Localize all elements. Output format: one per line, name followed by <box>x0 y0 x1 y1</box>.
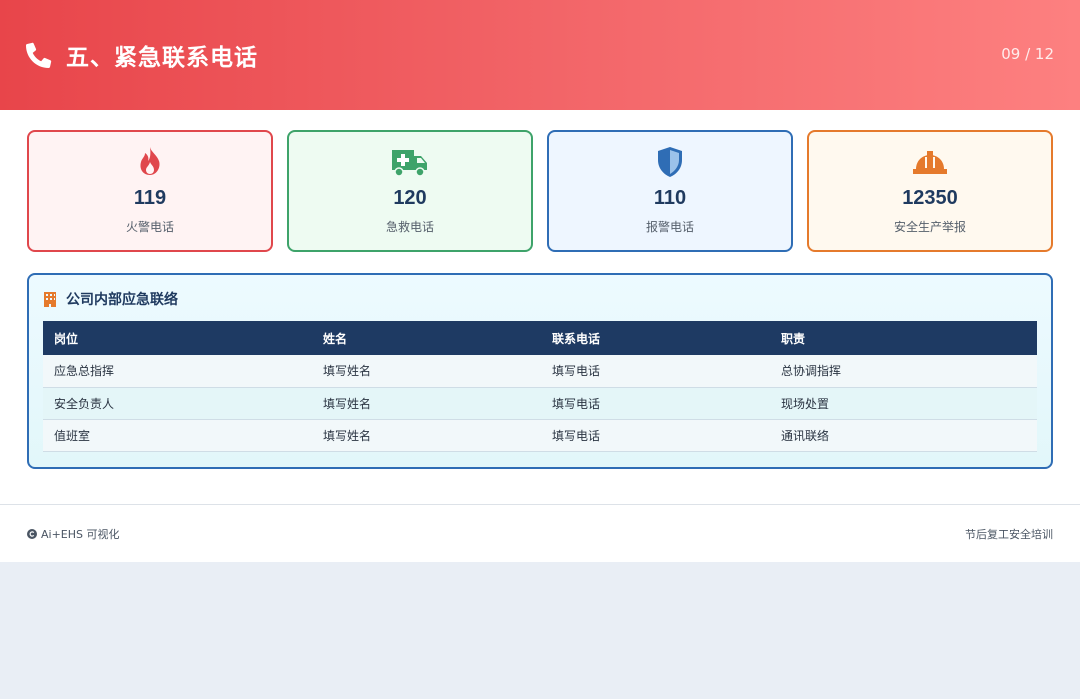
table-cell: 总协调指挥 <box>770 355 1037 388</box>
card-ambulance: 120 急救电话 <box>287 130 533 252</box>
table-cell: 通讯联络 <box>770 419 1037 452</box>
shield-icon <box>658 147 682 177</box>
fire-icon <box>140 147 160 175</box>
card-safety-report: 12350 安全生产举报 <box>807 130 1053 252</box>
panel-title: 公司内部应急联络 <box>66 292 178 308</box>
hard-hat-icon <box>913 151 947 174</box>
card-fire: 119 火警电话 <box>27 130 273 252</box>
ambulance-icon <box>392 150 427 177</box>
contacts-table: 岗位 姓名 联系电话 职责 应急总指挥 填写姓名 填写电话 总协调指挥 安全负责… <box>43 321 1037 452</box>
phone-icon <box>26 42 52 68</box>
footer: Ai+EHS 可视化 节后复工安全培训 <box>0 504 1080 562</box>
card-number: 120 <box>393 187 427 209</box>
table-row: 应急总指挥 填写姓名 填写电话 总协调指挥 <box>43 355 1037 388</box>
table-cell: 现场处置 <box>770 387 1037 420</box>
table-cell: 填写姓名 <box>312 387 541 420</box>
table-cell: 填写电话 <box>541 419 770 452</box>
page-number: 09 / 12 <box>1001 45 1054 63</box>
table-row: 安全负责人 填写姓名 填写电话 现场处置 <box>43 387 1037 420</box>
slide: 五、紧急联系电话 09 / 12 119 火警电话 120 急救电话 110 报… <box>0 0 1080 562</box>
column-header: 姓名 <box>323 331 348 346</box>
copyright-icon <box>27 528 37 539</box>
table-cell: 填写电话 <box>541 387 770 420</box>
column-header: 联系电话 <box>552 331 601 346</box>
column-header: 岗位 <box>54 331 79 346</box>
table-cell: 填写电话 <box>541 355 770 388</box>
page-title: 五、紧急联系电话 <box>66 45 258 71</box>
card-label: 火警电话 <box>125 220 174 234</box>
table-cell: 填写姓名 <box>312 419 541 452</box>
card-number: 110 <box>653 187 687 209</box>
table-cell: 应急总指挥 <box>43 355 312 388</box>
card-number: 119 <box>133 187 167 209</box>
card-police: 110 报警电话 <box>547 130 793 252</box>
hotline-cards: 119 火警电话 120 急救电话 110 报警电话 12350 安全生产举报 <box>0 110 1080 252</box>
internal-contacts-panel: 公司内部应急联络 岗位 姓名 联系电话 职责 应急总指挥 填写姓名 填写电话 总… <box>27 273 1053 469</box>
card-label: 急救电话 <box>385 220 434 234</box>
column-header: 职责 <box>781 331 806 346</box>
brand-text: Ai+EHS 可视化 <box>41 527 120 541</box>
building-icon <box>44 292 56 307</box>
footer-brand: Ai+EHS 可视化 <box>27 526 120 542</box>
panel-header: 公司内部应急联络 <box>43 289 1037 309</box>
table-cell: 填写姓名 <box>312 355 541 388</box>
header-banner: 五、紧急联系电话 09 / 12 <box>0 0 1080 110</box>
table-row: 值班室 填写姓名 填写电话 通讯联络 <box>43 419 1037 452</box>
table-cell: 值班室 <box>43 419 312 452</box>
card-label: 安全生产举报 <box>893 220 966 234</box>
card-label: 报警电话 <box>645 220 694 234</box>
table-cell: 安全负责人 <box>43 387 312 420</box>
card-number: 12350 <box>902 187 958 209</box>
table-header-row: 岗位 姓名 联系电话 职责 <box>43 321 1037 355</box>
course-name: 节后复工安全培训 <box>965 527 1053 541</box>
